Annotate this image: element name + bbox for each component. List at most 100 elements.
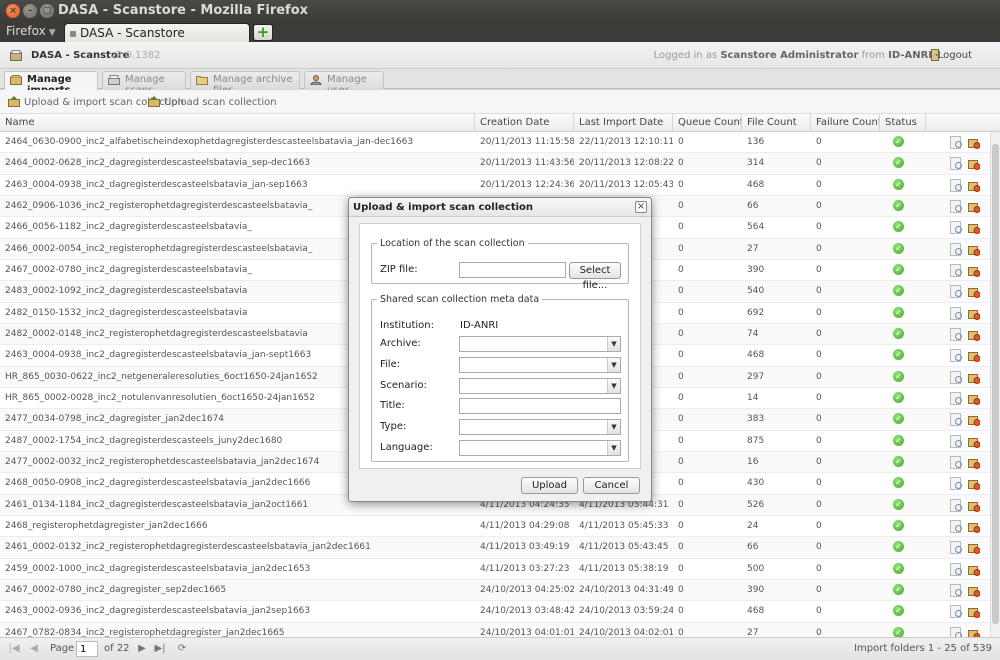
table-row[interactable]: 2464_0002-0628_inc2_dagregisterdescastee…: [0, 153, 990, 175]
delete-import-icon[interactable]: [968, 541, 980, 555]
view-details-icon[interactable]: [950, 519, 962, 533]
select-file-button[interactable]: Select file...: [569, 262, 621, 291]
delete-import-icon[interactable]: [968, 456, 980, 469]
column-header-last-import-date[interactable]: Last Import Date: [574, 114, 673, 132]
delete-import-icon[interactable]: [968, 520, 980, 533]
table-row[interactable]: 2461_0002-0132_inc2_registerophetdagregi…: [0, 537, 990, 559]
view-details-icon[interactable]: [950, 349, 962, 363]
window-close-button[interactable]: ×: [6, 4, 20, 18]
logout-link[interactable]: Logout: [938, 50, 972, 61]
column-header-name[interactable]: Name: [0, 114, 475, 132]
delete-import-icon[interactable]: [968, 627, 980, 637]
view-details-icon[interactable]: [950, 263, 962, 277]
delete-import-icon[interactable]: [968, 371, 980, 384]
delete-import-icon[interactable]: [968, 285, 980, 299]
page-number-input[interactable]: [76, 641, 98, 657]
delete-import-icon[interactable]: [968, 328, 980, 341]
view-details-icon[interactable]: [950, 327, 962, 341]
view-details-icon[interactable]: [950, 583, 962, 597]
upload-submit-button[interactable]: Upload: [521, 477, 578, 494]
delete-import-icon[interactable]: [968, 200, 980, 213]
delete-import-icon[interactable]: [968, 179, 980, 192]
view-details-icon[interactable]: [950, 455, 962, 469]
view-details-icon[interactable]: [950, 306, 962, 320]
firefox-menu-button[interactable]: Firefox ▼: [6, 24, 56, 38]
view-details-icon[interactable]: [950, 541, 962, 555]
first-page-icon[interactable]: |◀: [8, 643, 20, 654]
column-header-status[interactable]: Status: [880, 114, 926, 132]
new-tab-button[interactable]: +: [253, 24, 273, 41]
tab-manage-imports[interactable]: Manage imports: [4, 71, 98, 96]
column-header-failure-count[interactable]: Failure Count: [811, 114, 880, 132]
tab-manage-scans[interactable]: Manage scans: [102, 71, 186, 96]
tab-manage-archive-files[interactable]: Manage archive files: [190, 71, 300, 96]
cell-file-count: 74: [747, 328, 759, 339]
delete-import-icon[interactable]: [968, 435, 980, 448]
delete-import-icon[interactable]: [968, 499, 980, 512]
prev-page-icon[interactable]: ◀: [28, 643, 40, 654]
scrollbar-thumb[interactable]: [992, 144, 999, 624]
view-details-icon[interactable]: [950, 413, 962, 427]
view-details-icon[interactable]: [950, 477, 962, 491]
grid-scrollbar[interactable]: [990, 132, 1000, 637]
status-ok-icon: ✓: [893, 327, 904, 339]
view-details-icon[interactable]: [950, 136, 962, 149]
zip-file-input[interactable]: [459, 262, 566, 278]
type-select[interactable]: ▼: [459, 419, 621, 435]
view-details-icon[interactable]: [950, 178, 962, 192]
delete-import-icon[interactable]: [968, 477, 980, 491]
table-row[interactable]: 2464_0630-0900_inc2_alfabetischeindexoph…: [0, 132, 990, 154]
table-row[interactable]: 2459_0002-1000_inc2_dagregisterdescastee…: [0, 559, 990, 580]
delete-import-icon[interactable]: [968, 264, 980, 277]
view-details-icon[interactable]: [950, 157, 962, 171]
view-details-icon[interactable]: [950, 605, 962, 619]
browser-tab-active[interactable]: DASA - Scanstore: [64, 23, 250, 42]
window-minimize-button[interactable]: –: [23, 4, 37, 18]
tab-manage-user[interactable]: Manage user: [304, 71, 384, 96]
delete-import-icon[interactable]: [968, 221, 980, 235]
view-details-icon[interactable]: [950, 391, 962, 405]
upload-button[interactable]: Upload scan collection: [148, 96, 277, 108]
cancel-button[interactable]: Cancel: [583, 477, 640, 494]
table-row[interactable]: 2463_0004-0938_inc2_dagregisterdescastee…: [0, 175, 990, 196]
language-select[interactable]: ▼: [459, 440, 621, 456]
table-row[interactable]: 2467_0782-0834_inc2_registerophetdagregi…: [0, 622, 990, 637]
table-row[interactable]: 2467_0002-0780_inc2_dagregister_sep2dec1…: [0, 579, 990, 602]
column-header-creation-date[interactable]: Creation Date: [475, 114, 574, 132]
last-page-icon[interactable]: ▶|: [154, 643, 166, 654]
view-details-icon[interactable]: [950, 434, 962, 448]
dialog-close-button[interactable]: ×: [635, 201, 647, 213]
cell-failure-count: 0: [816, 563, 822, 574]
window-maximize-button[interactable]: □: [40, 4, 54, 18]
scenario-select[interactable]: ▼: [459, 378, 621, 394]
column-header-queue-count[interactable]: Queue Count: [673, 114, 742, 132]
archive-select[interactable]: ▼: [459, 336, 621, 352]
delete-import-icon[interactable]: [968, 243, 980, 256]
delete-import-icon[interactable]: [968, 563, 980, 576]
delete-import-icon[interactable]: [968, 157, 980, 171]
table-row[interactable]: 2468_registerophetdagregister_jan2dec166…: [0, 516, 990, 538]
title-input[interactable]: [459, 398, 621, 414]
view-details-icon[interactable]: [950, 370, 962, 384]
file-select[interactable]: ▼: [459, 357, 621, 373]
delete-import-icon[interactable]: [968, 136, 980, 149]
table-row[interactable]: 2463_0002-0936_inc2_dagregisterdescastee…: [0, 601, 990, 623]
delete-import-icon[interactable]: [968, 605, 980, 619]
view-details-icon[interactable]: [950, 199, 962, 213]
view-details-icon[interactable]: [950, 285, 962, 299]
refresh-icon[interactable]: ⟳: [176, 643, 188, 654]
view-details-icon[interactable]: [950, 498, 962, 512]
next-page-icon[interactable]: ▶: [136, 643, 148, 654]
delete-import-icon[interactable]: [968, 584, 980, 597]
view-details-icon[interactable]: [950, 221, 962, 235]
cell-file-count: 14: [747, 392, 759, 403]
view-details-icon[interactable]: [950, 626, 962, 637]
view-details-icon[interactable]: [950, 562, 962, 576]
delete-import-icon[interactable]: [968, 307, 980, 320]
delete-import-icon[interactable]: [968, 392, 980, 405]
column-header-file-count[interactable]: File Count: [742, 114, 811, 132]
delete-import-icon[interactable]: [968, 413, 980, 427]
view-details-icon[interactable]: [950, 242, 962, 256]
delete-import-icon[interactable]: [968, 349, 980, 363]
cell-file-count: 66: [747, 542, 759, 553]
